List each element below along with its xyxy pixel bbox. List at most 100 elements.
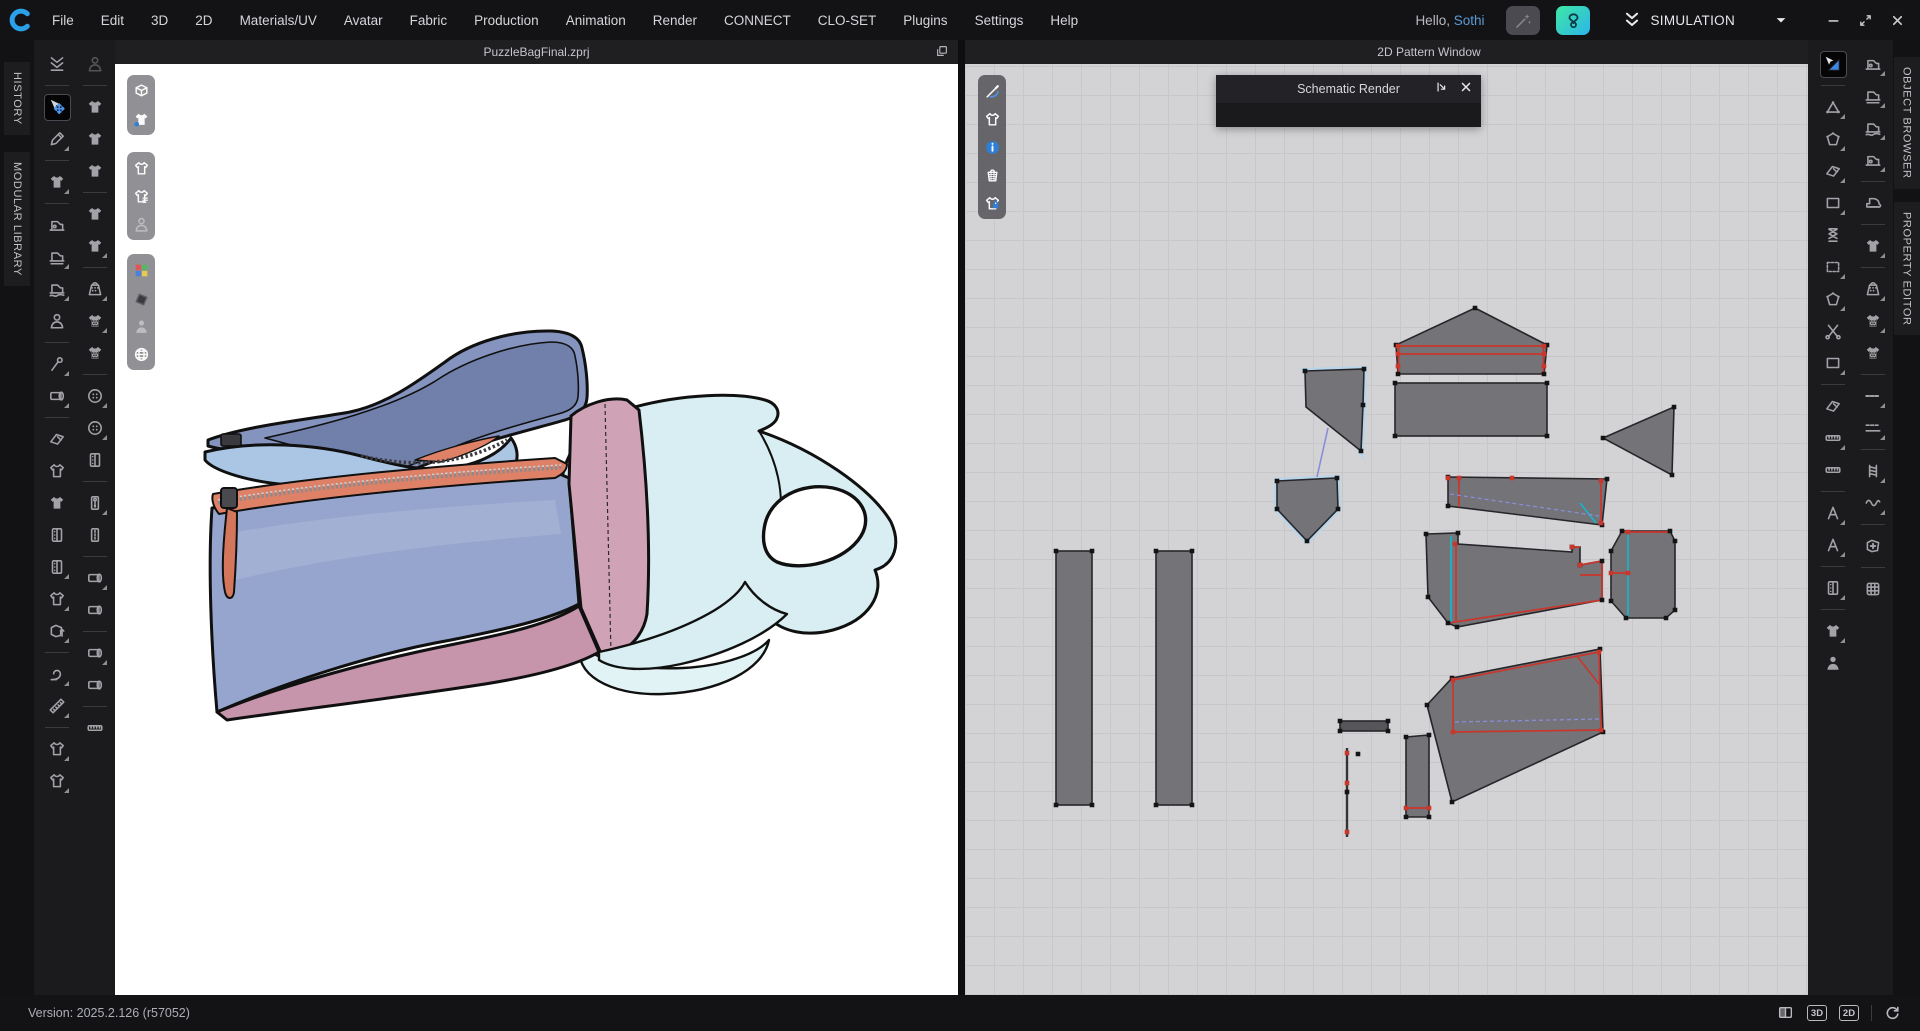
view-cube-tool[interactable] — [130, 80, 152, 102]
show-garment-tool[interactable] — [130, 157, 152, 179]
menu-plugins[interactable]: Plugins — [903, 13, 947, 28]
arrange-garment-tool[interactable] — [44, 169, 71, 196]
environment-view-tool[interactable] — [130, 343, 152, 365]
free-sewing-2d-tool[interactable] — [1860, 115, 1887, 142]
canvas-2d[interactable]: Schematic Render — [965, 64, 1808, 995]
menu-production[interactable]: Production — [474, 13, 539, 28]
cloning-pattern-tool[interactable] — [1820, 286, 1847, 313]
ruler-tool[interactable] — [44, 693, 71, 720]
menu-materials-uv[interactable]: Materials/UV — [240, 13, 317, 28]
avatar-pattern-maker-tool[interactable] — [1820, 650, 1847, 677]
pleat-pattern-tool[interactable] — [1820, 425, 1847, 452]
garment-tape-b-tool[interactable] — [44, 768, 71, 795]
menu-file[interactable]: File — [52, 13, 74, 28]
menu-settings[interactable]: Settings — [975, 13, 1024, 28]
text-tool-tool[interactable] — [1820, 500, 1847, 527]
lacing-tool[interactable] — [1820, 222, 1847, 249]
colorway-2d-tool[interactable] — [1860, 308, 1887, 335]
split-view-button[interactable] — [1777, 1004, 1795, 1022]
fold-pattern-tool[interactable] — [1820, 393, 1847, 420]
rectangle-pattern-tool[interactable] — [1820, 190, 1847, 217]
placket-sync-tool[interactable] — [44, 554, 71, 581]
pattern-strip-left[interactable] — [1056, 551, 1092, 805]
drape-pull-tool[interactable] — [82, 201, 109, 228]
transform-pattern-tool[interactable] — [1820, 51, 1847, 78]
rail-tab-object-browser[interactable]: OBJECT BROWSER — [1894, 57, 1920, 189]
close-button[interactable] — [1889, 12, 1906, 29]
cut-pattern-tool[interactable] — [1820, 318, 1847, 345]
pattern-triangle[interactable] — [1603, 407, 1674, 475]
roll-c-tool[interactable] — [82, 640, 109, 667]
simulation-mode-selector[interactable]: SIMULATION — [1622, 10, 1791, 30]
avatar-pose-tool[interactable] — [130, 315, 152, 337]
fit-garment-tool[interactable] — [130, 108, 152, 130]
cut-and-sew-tool[interactable] — [1820, 618, 1847, 645]
button-tool[interactable] — [82, 383, 109, 410]
garment-tape-a-tool[interactable] — [44, 736, 71, 763]
fabric-roll-tool[interactable] — [44, 383, 71, 410]
quilting-tool[interactable] — [1860, 576, 1887, 603]
piping-tool[interactable] — [1820, 457, 1847, 484]
pattern-top-band[interactable] — [1395, 383, 1547, 436]
pattern-information-tool[interactable] — [981, 136, 1003, 158]
minimize-button[interactable] — [1825, 12, 1842, 29]
schematic-render-panel[interactable]: Schematic Render — [1216, 75, 1481, 127]
add-pattern-tool[interactable] — [1860, 533, 1887, 560]
fabric-view-tool[interactable] — [130, 287, 152, 309]
drape-fold-tool[interactable] — [82, 158, 109, 185]
roll-b-tool[interactable] — [82, 597, 109, 624]
pattern-quad-selected[interactable] — [1305, 369, 1364, 451]
menu-edit[interactable]: Edit — [101, 13, 124, 28]
menu-render[interactable]: Render — [653, 13, 697, 28]
garment-3d-bag[interactable] — [115, 64, 958, 995]
pattern-small-strip[interactable] — [1406, 735, 1429, 817]
free-sewing-tool[interactable] — [44, 276, 71, 303]
avatar-motion-tool[interactable] — [82, 51, 109, 78]
grading-seam-tool[interactable] — [1860, 415, 1887, 442]
username-link[interactable]: Sothi — [1454, 13, 1485, 28]
bag-colorway-tool[interactable] — [82, 276, 109, 303]
pattern-small-bar[interactable] — [1340, 721, 1388, 731]
lock-pattern-tool[interactable] — [981, 192, 1003, 214]
button-fasten-tool[interactable] — [82, 447, 109, 474]
rail-tab-history[interactable]: HISTORY — [4, 62, 30, 135]
buttonhole-tool[interactable] — [82, 415, 109, 442]
zipper-tool[interactable] — [82, 490, 109, 517]
trace-pattern-tool[interactable] — [1820, 254, 1847, 281]
style-editor-tool[interactable] — [130, 185, 152, 207]
simulate-tool[interactable] — [44, 51, 71, 78]
viewport-3d-titlebar[interactable]: PuzzleBagFinal.zprj — [115, 40, 958, 64]
lift-garment-tool[interactable] — [44, 618, 71, 645]
polygon-pattern-tool[interactable] — [1820, 158, 1847, 185]
placket-tool[interactable] — [44, 522, 71, 549]
rail-tab-modular-library[interactable]: MODULAR LIBRARY — [4, 152, 30, 286]
pattern-quad-lower-selected[interactable] — [1277, 478, 1338, 541]
viewport-2d-titlebar[interactable]: 2D Pattern Window — [965, 40, 1893, 64]
pattern-top-gusset[interactable] — [1396, 308, 1547, 374]
menu-2d[interactable]: 2D — [195, 13, 212, 28]
outline-pattern-tool[interactable] — [1820, 350, 1847, 377]
pattern-annotation-tool[interactable] — [1820, 532, 1847, 559]
pin-tool[interactable] — [44, 351, 71, 378]
arrange-garment-2d-tool[interactable] — [1860, 233, 1887, 260]
select-move-tool[interactable] — [44, 94, 71, 121]
colorway-view-tool[interactable] — [130, 259, 152, 281]
segment-sewing-tool[interactable] — [44, 244, 71, 271]
elastic-tool[interactable] — [1860, 490, 1887, 517]
menu-3d[interactable]: 3D — [151, 13, 168, 28]
edit-pattern-tool[interactable] — [1820, 94, 1847, 121]
drape-tuck-tool[interactable] — [82, 126, 109, 153]
pattern-hex-panel[interactable] — [1611, 531, 1675, 618]
menu-clo-set[interactable]: CLO-SET — [818, 13, 877, 28]
tape-measure-tool[interactable] — [44, 661, 71, 688]
float-window-icon[interactable] — [935, 44, 951, 60]
edit-seam-tool[interactable] — [981, 80, 1003, 102]
schematic-render-titlebar[interactable]: Schematic Render — [1216, 75, 1481, 103]
select-brush-tool[interactable] — [44, 126, 71, 153]
roll-d-tool[interactable] — [82, 672, 109, 699]
clamp-tool[interactable] — [82, 715, 109, 742]
drape-cut-tool[interactable] — [82, 94, 109, 121]
reset-view-button[interactable] — [1884, 1004, 1902, 1022]
clo-connect-button[interactable] — [1556, 6, 1590, 35]
view-2d-button[interactable]: 2D — [1839, 1005, 1859, 1021]
